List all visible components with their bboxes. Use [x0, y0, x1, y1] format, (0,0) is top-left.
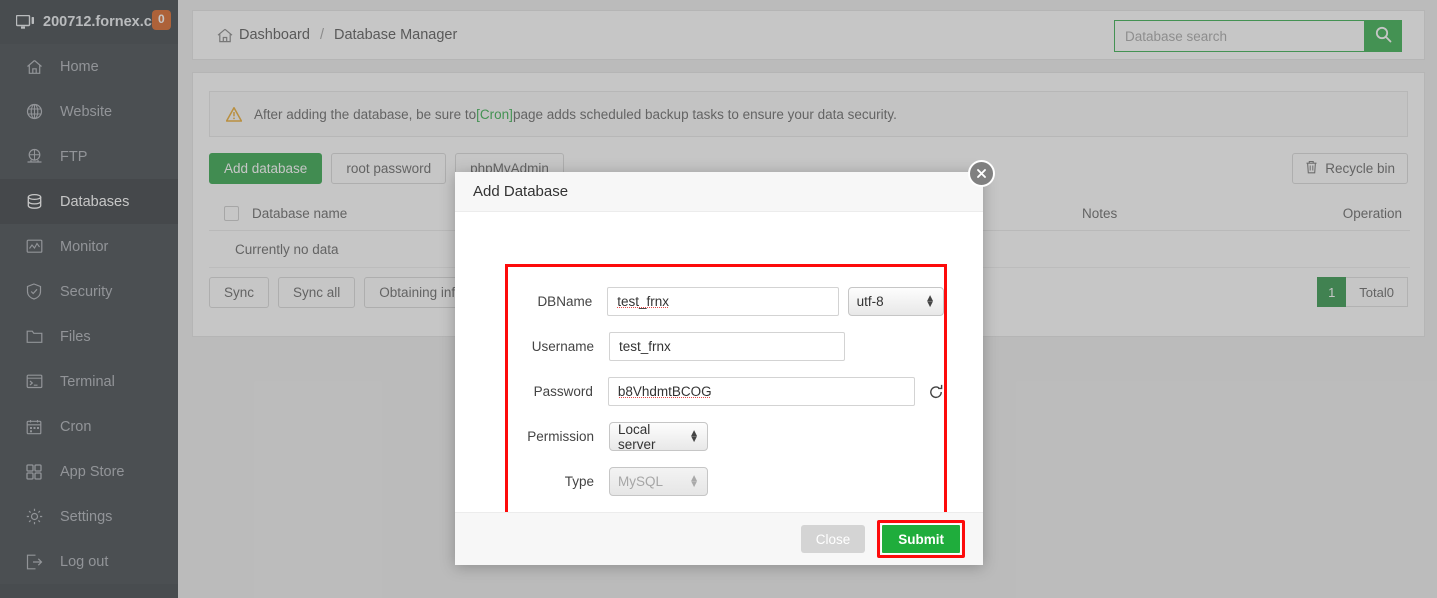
username-label: Username	[531, 339, 594, 354]
submit-button[interactable]: Submit	[881, 524, 961, 554]
refresh-password-icon[interactable]	[928, 384, 944, 400]
permission-label: Permission	[527, 429, 594, 444]
close-icon[interactable]	[968, 160, 995, 187]
close-button[interactable]: Close	[800, 525, 866, 553]
form-row-username: Username	[508, 324, 944, 369]
dbname-label: DBName	[537, 294, 593, 309]
chevron-updown-icon: ▲ ▼	[689, 428, 699, 445]
chevron-updown-icon: ▲ ▼	[689, 473, 699, 490]
form-row-type: Type MySQL ▲ ▼	[508, 459, 944, 504]
form-row-permission: Permission Local server ▲ ▼	[508, 414, 944, 459]
modal-footer: Close Submit	[455, 512, 983, 565]
submit-highlight-box: Submit	[877, 520, 965, 558]
type-label: Type	[564, 474, 594, 489]
type-value: MySQL	[618, 474, 664, 489]
password-input[interactable]	[607, 377, 915, 406]
modal-title: Add Database	[455, 172, 983, 212]
charset-select[interactable]: utf-8 ▲ ▼	[847, 287, 944, 316]
type-select: MySQL ▲ ▼	[609, 467, 708, 496]
username-input[interactable]	[609, 332, 845, 361]
chevron-updown-icon: ▲ ▼	[925, 293, 935, 310]
password-label: Password	[533, 384, 593, 399]
charset-value: utf-8	[856, 294, 884, 309]
modal-body: DBName utf-8 ▲▼ Username Password	[455, 212, 983, 536]
dbname-input[interactable]	[607, 287, 839, 316]
form-row-dbname: DBName utf-8 ▲▼	[508, 279, 944, 324]
add-database-modal: Add Database DBName utf-8 ▲▼ Username	[455, 172, 983, 565]
form-fields: DBName utf-8 ▲▼ Username Password	[508, 267, 944, 549]
form-highlight-box: DBName utf-8 ▲▼ Username Password	[505, 264, 947, 536]
permission-value: Local server	[618, 421, 656, 452]
form-row-password: Password	[508, 369, 944, 414]
permission-select[interactable]: Local server ▲ ▼	[609, 421, 708, 452]
